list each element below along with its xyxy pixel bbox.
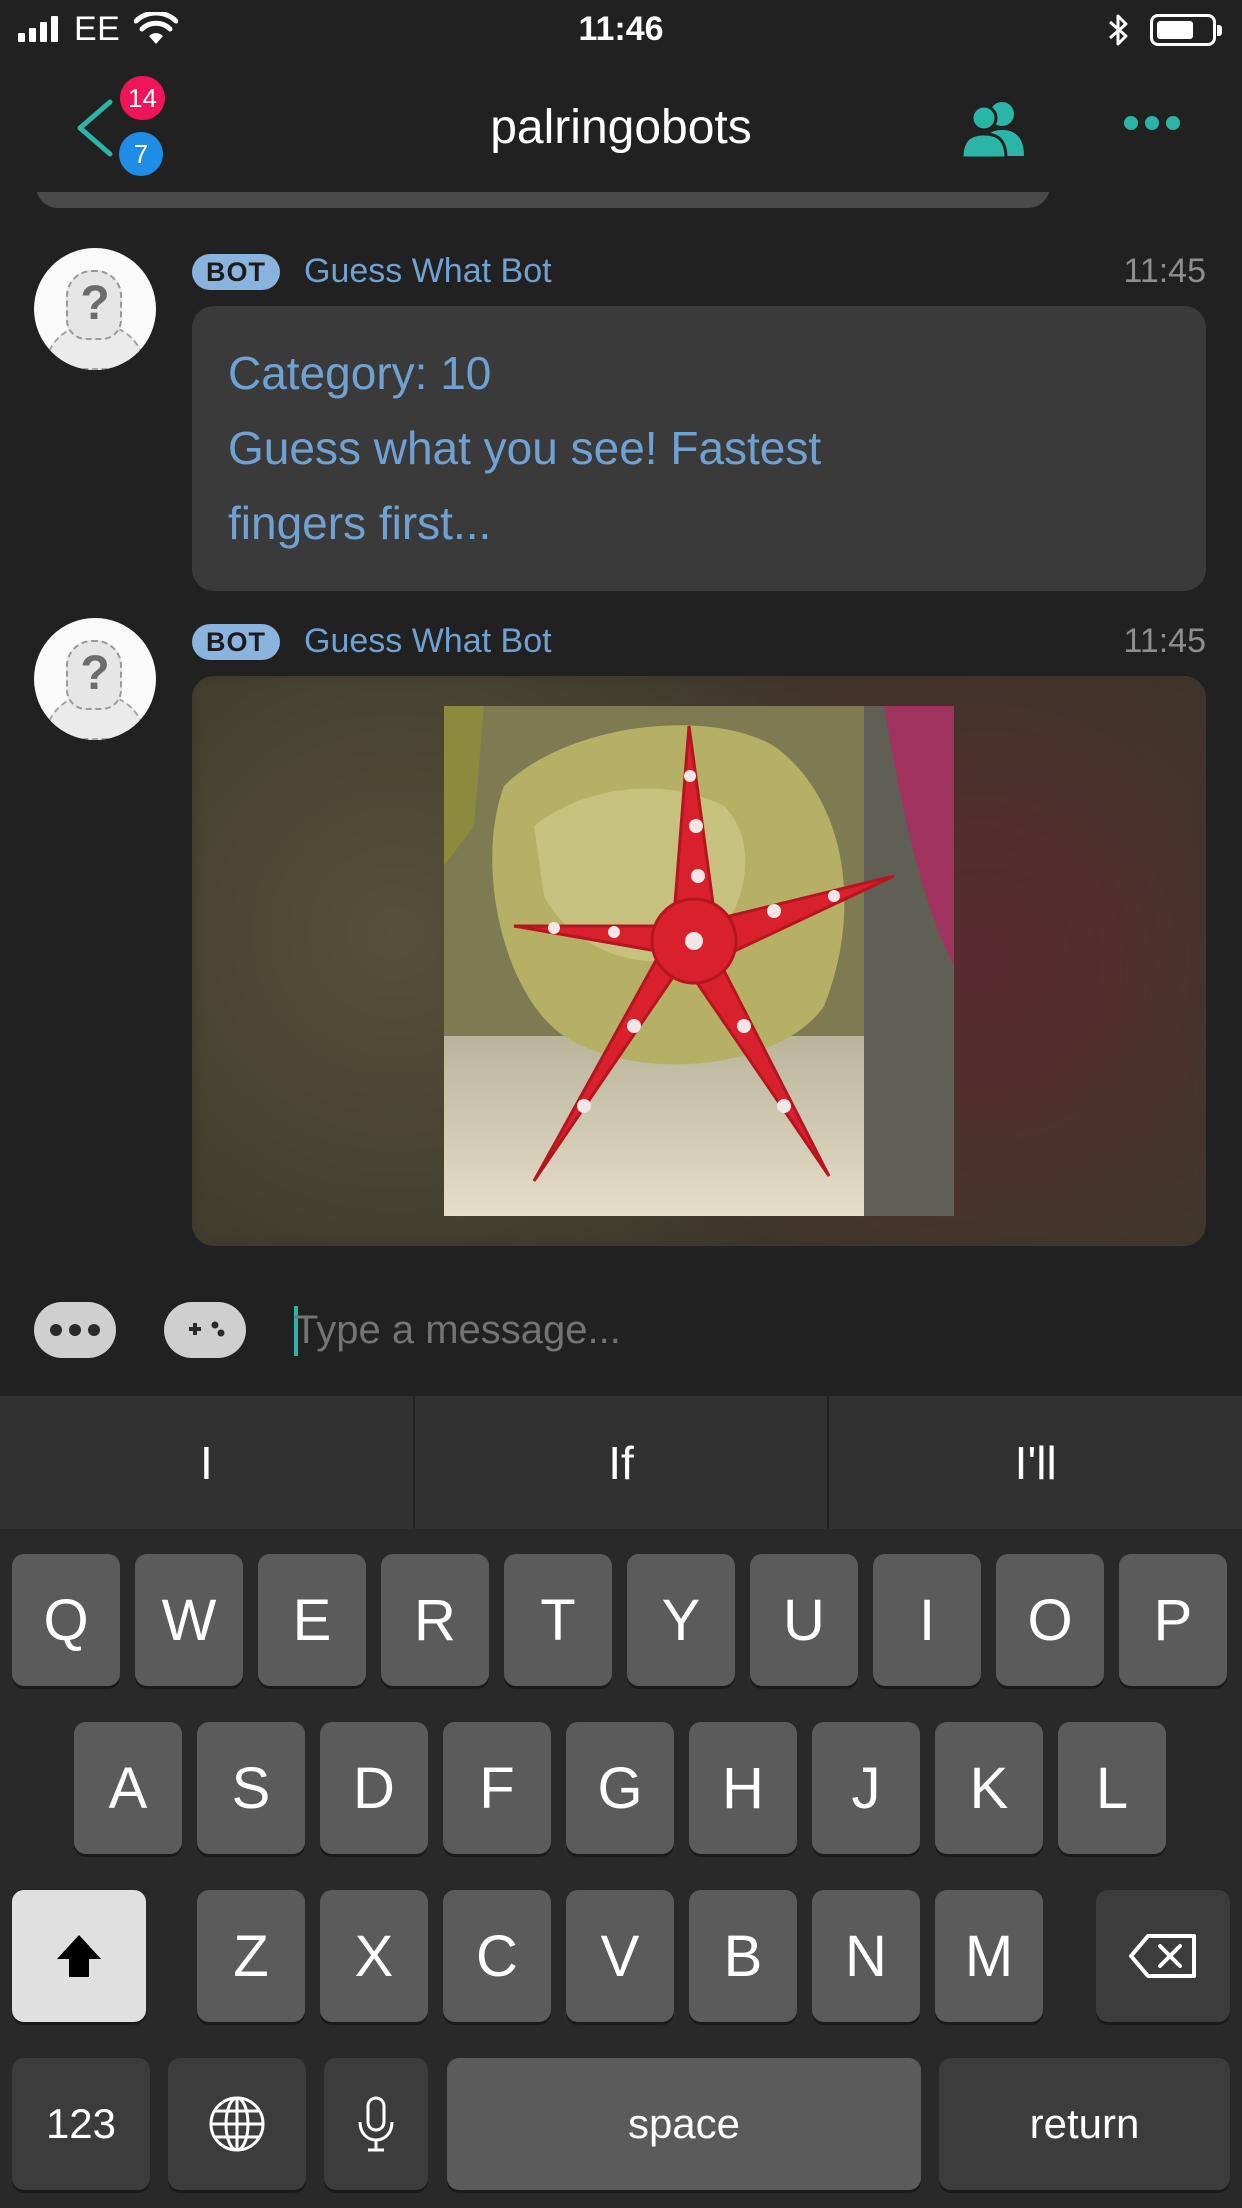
key-b[interactable]: B [689,1890,797,2022]
games-button[interactable] [164,1302,246,1358]
shift-key[interactable] [12,1890,146,2022]
message-composer [0,1260,1242,1396]
key-p[interactable]: P [1119,1554,1227,1686]
space-key[interactable]: space [447,2058,921,2190]
key-j[interactable]: J [812,1722,920,1854]
globe-key[interactable] [168,2058,306,2190]
microphone-icon [358,2096,394,2152]
message-line: Guess what you see! Fastest [228,422,822,474]
sender-name[interactable]: Guess What Bot [304,622,552,661]
status-bar: EE 11:46 [0,0,1242,62]
battery-icon [1150,14,1222,46]
message-input[interactable] [294,1290,1194,1370]
starfish-photo[interactable] [444,706,954,1216]
key-n[interactable]: N [812,1890,920,2022]
key-w[interactable]: W [135,1554,243,1686]
shift-arrow-icon [57,1935,101,1977]
key-l[interactable]: L [1058,1722,1166,1854]
more-actions-button[interactable] [34,1302,116,1358]
key-g[interactable]: G [566,1722,674,1854]
image-message-bubble[interactable] [192,676,1206,1246]
key-e[interactable]: E [258,1554,366,1686]
key-x[interactable]: X [320,1890,428,2022]
more-options-icon[interactable] [1124,116,1180,130]
key-o[interactable]: O [996,1554,1104,1686]
keyboard: I If I'll Q W E R T Y U I O P A S D F G … [0,1396,1242,2208]
suggestion-item[interactable]: If [415,1396,830,1529]
backspace-key[interactable] [1096,1890,1230,2022]
message-bubble[interactable]: Category: 10 Guess what you see! Fastest… [192,306,1206,591]
key-c[interactable]: C [443,1890,551,2022]
suggestion-item[interactable]: I'll [829,1396,1242,1529]
key-f[interactable]: F [443,1722,551,1854]
dictation-key[interactable] [324,2058,428,2190]
key-s[interactable]: S [197,1722,305,1854]
suggestion-bar: I If I'll [0,1396,1242,1529]
key-t[interactable]: T [504,1554,612,1686]
numbers-key[interactable]: 123 [12,2058,150,2190]
key-h[interactable]: H [689,1722,797,1854]
bot-tag: BOT [192,254,280,290]
chat-header: 14 7 palringobots [0,62,1242,192]
key-i[interactable]: I [873,1554,981,1686]
key-k[interactable]: K [935,1722,1043,1854]
suggestion-item[interactable]: I [0,1396,415,1529]
previous-message-bubble [36,192,1050,208]
key-z[interactable]: Z [197,1890,305,2022]
group-members-icon[interactable] [960,98,1030,160]
key-q[interactable]: Q [12,1554,120,1686]
backspace-icon [1129,1934,1196,1978]
message-line: fingers first... [228,497,492,549]
key-d[interactable]: D [320,1722,428,1854]
sender-name[interactable]: Guess What Bot [304,252,552,291]
message-time: 11:45 [1123,622,1206,660]
message-time: 11:45 [1123,252,1206,290]
message-list[interactable]: ? BOT Guess What Bot 11:45 Category: 10 … [0,192,1242,1260]
message-line: Category: 10 [228,347,492,399]
key-v[interactable]: V [566,1890,674,2022]
gamepad-icon [189,1321,225,1337]
bluetooth-icon [1109,14,1128,46]
key-u[interactable]: U [750,1554,858,1686]
key-r[interactable]: R [381,1554,489,1686]
bot-avatar[interactable]: ? [34,248,156,370]
bot-tag: BOT [192,624,280,660]
clock: 11:46 [578,10,664,48]
key-m[interactable]: M [935,1890,1043,2022]
globe-icon [209,2096,265,2152]
return-key[interactable]: return [939,2058,1230,2190]
key-a[interactable]: A [74,1722,182,1854]
key-y[interactable]: Y [627,1554,735,1686]
page-title: palringobots [490,101,752,154]
bot-avatar[interactable]: ? [34,618,156,740]
